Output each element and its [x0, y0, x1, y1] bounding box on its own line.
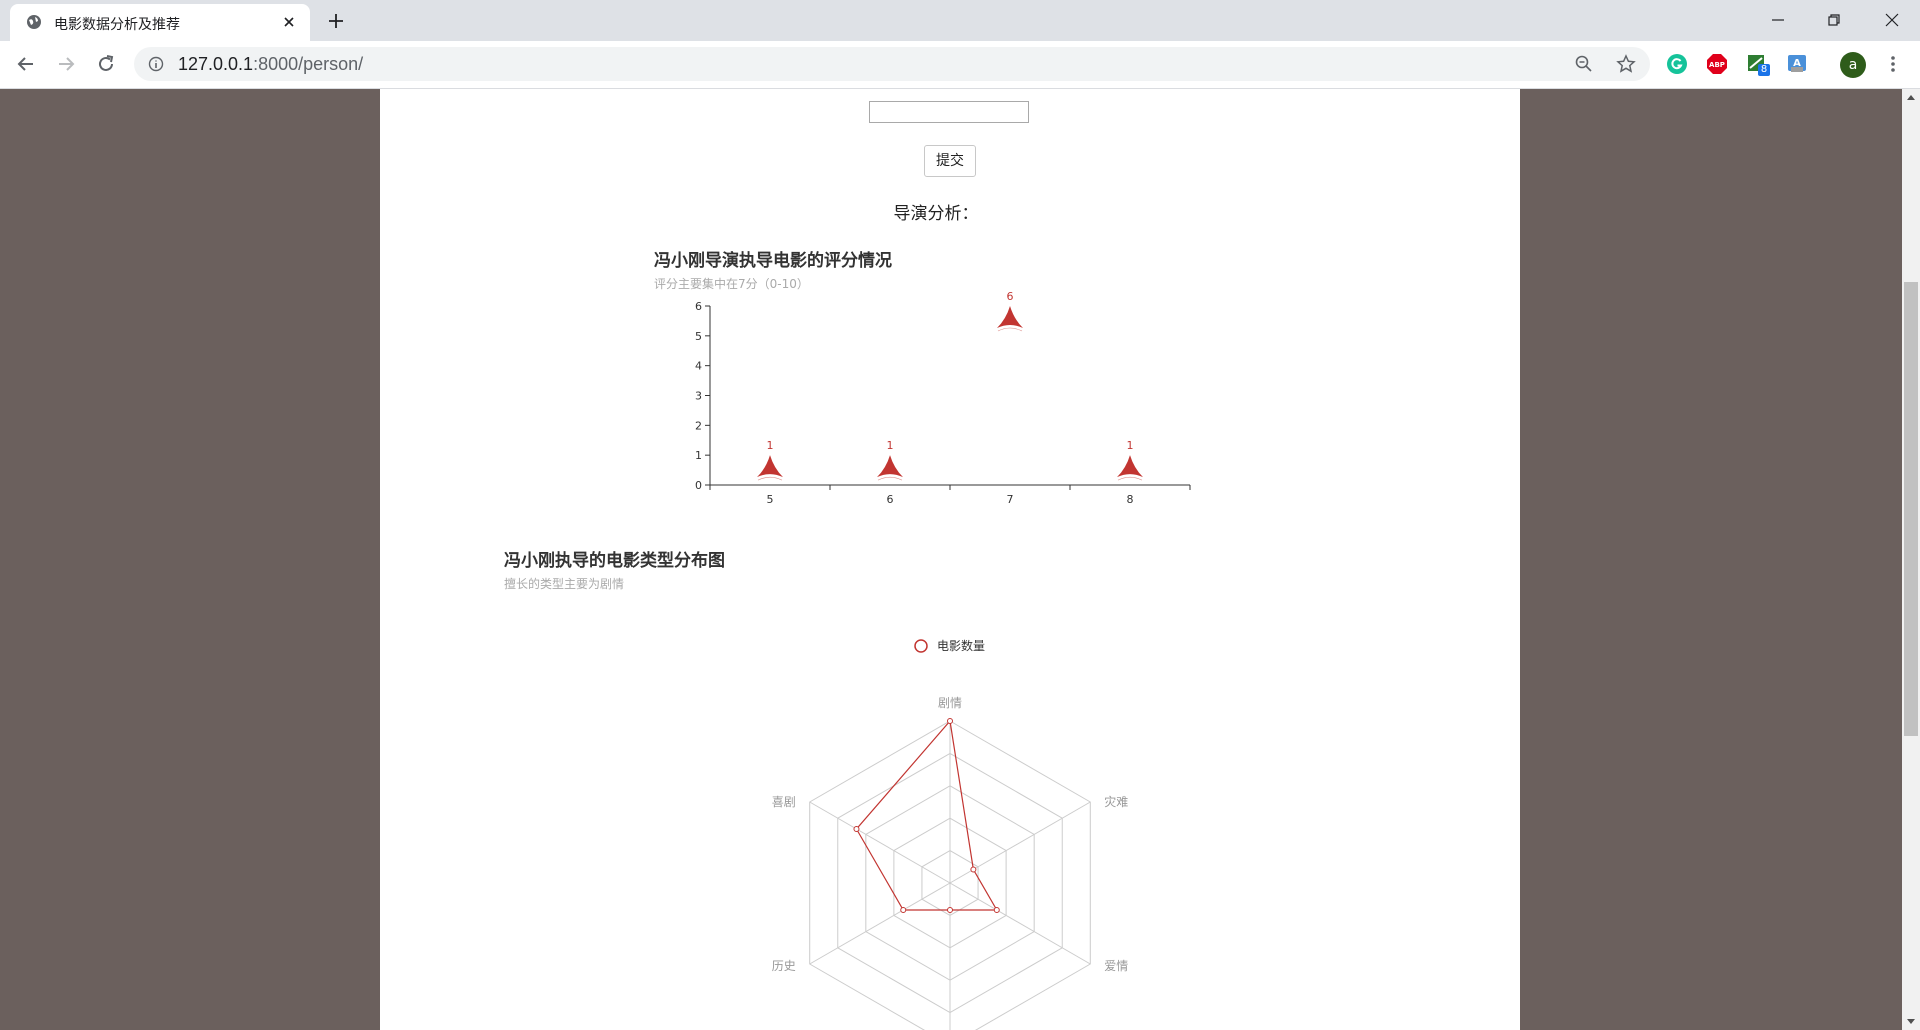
y-tick-label: 5	[695, 330, 702, 343]
minimize-icon[interactable]	[1766, 8, 1790, 32]
x-tick-label: 6	[887, 493, 894, 506]
reload-icon[interactable]	[94, 52, 118, 76]
forward-arrow-icon[interactable]	[54, 52, 78, 76]
radar-spoke	[809, 801, 951, 884]
scroll-down-arrow-icon[interactable]	[1906, 1018, 1916, 1026]
scroll-up-arrow-icon[interactable]	[1906, 93, 1916, 101]
radar-spoke	[949, 882, 1091, 965]
rating-mark-echo	[997, 327, 1023, 332]
y-tick-label: 6	[695, 300, 702, 313]
url-text[interactable]: 127.0.0.1:8000/person/	[178, 54, 363, 75]
browser-tab[interactable]: 电影数据分析及推荐	[10, 4, 310, 41]
browser-toolbar: 127.0.0.1:8000/person/ ABP 8 A a	[0, 41, 1920, 89]
close-tab-icon[interactable]	[280, 13, 298, 31]
radar-point	[993, 907, 1000, 913]
main-content: 提交 导演分析： 冯小刚导演执导电影的评分情况 评分主要集中在7分（0-10） …	[380, 89, 1520, 1030]
y-tick-label: 1	[695, 449, 702, 462]
radar-indicator-label: 灾难	[1104, 794, 1128, 809]
rating-mark	[757, 455, 783, 481]
menu-dots-icon[interactable]	[1882, 53, 1904, 75]
radar-series-line	[855, 719, 998, 911]
y-tick-label: 4	[695, 360, 702, 373]
rating-mark-echo	[1117, 476, 1143, 481]
url-path: :8000/person/	[253, 54, 364, 74]
rating-mark	[877, 455, 903, 481]
restore-icon[interactable]	[1822, 8, 1846, 32]
extension-badge-count: 8	[1758, 64, 1770, 76]
profile-avatar[interactable]: a	[1840, 52, 1866, 78]
radar-indicator-label: 爱情	[1104, 959, 1128, 973]
y-tick-label: 2	[695, 419, 702, 432]
y-tick-label: 3	[695, 390, 702, 403]
rating-mark	[997, 306, 1023, 332]
tab-title: 电影数据分析及推荐	[54, 17, 180, 33]
new-tab-plus-icon[interactable]	[326, 11, 346, 31]
data-label: 1	[887, 439, 894, 452]
data-label: 1	[1127, 439, 1134, 452]
rating-mark-shape	[757, 455, 783, 478]
rating-mark-echo	[877, 476, 903, 481]
extension-badge-icon[interactable]: 8	[1746, 53, 1770, 76]
grammarly-icon[interactable]	[1666, 53, 1688, 75]
tab-strip: 电影数据分析及推荐	[0, 0, 1920, 41]
bookmark-star-icon[interactable]	[1616, 54, 1636, 74]
legend-label: 电影数量	[937, 638, 985, 653]
globe-icon	[27, 15, 41, 29]
back-arrow-icon[interactable]	[14, 52, 38, 76]
address-bar[interactable]: 127.0.0.1:8000/person/	[134, 47, 1650, 81]
data-label: 6	[1007, 290, 1014, 303]
translate-icon[interactable]: A	[1786, 53, 1808, 75]
radar-point	[947, 718, 953, 724]
radar-point	[970, 866, 977, 873]
rating-mark-echo	[757, 476, 783, 481]
radar-point	[947, 907, 953, 913]
info-icon[interactable]	[148, 56, 164, 72]
profile-initial: a	[1848, 57, 1858, 73]
radar-indicator-label: 喜剧	[772, 795, 796, 809]
close-window-icon[interactable]	[1880, 8, 1904, 32]
rating-mark	[1117, 455, 1143, 481]
zoom-out-icon[interactable]	[1574, 54, 1594, 74]
legend-marker	[914, 639, 928, 653]
url-host: 127.0.0.1	[178, 54, 254, 74]
y-tick-label: 0	[695, 479, 702, 492]
x-tick-label: 7	[1007, 493, 1014, 506]
data-label: 1	[767, 439, 774, 452]
svg-text:A: A	[1793, 58, 1801, 69]
rating-mark-shape	[1117, 455, 1143, 478]
x-tick-label: 8	[1127, 493, 1134, 506]
x-tick-label: 5	[767, 493, 774, 506]
radar-spoke	[809, 882, 951, 965]
radar-point	[853, 826, 860, 832]
adblock-icon[interactable]: ABP	[1706, 53, 1728, 75]
score-chart: 0 1 2 3 4 5 6 5 1 6 1 7 6 8 1	[695, 290, 1191, 506]
page-viewport: 提交 导演分析： 冯小刚导演执导电影的评分情况 评分主要集中在7分（0-10） …	[0, 89, 1902, 1030]
rating-mark-shape	[877, 455, 903, 478]
svg-text:ABP: ABP	[1709, 61, 1725, 69]
page-scrollbar[interactable]	[1902, 89, 1920, 1030]
radar-indicator-label: 历史	[772, 959, 796, 973]
genre-radar-chart: 电影数量剧情灾难爱情家庭历史喜剧	[772, 638, 1128, 1030]
rating-mark-shape	[997, 306, 1023, 328]
radar-point	[900, 907, 907, 913]
radar-indicator-label: 剧情	[938, 696, 962, 710]
scroll-thumb[interactable]	[1904, 282, 1918, 736]
